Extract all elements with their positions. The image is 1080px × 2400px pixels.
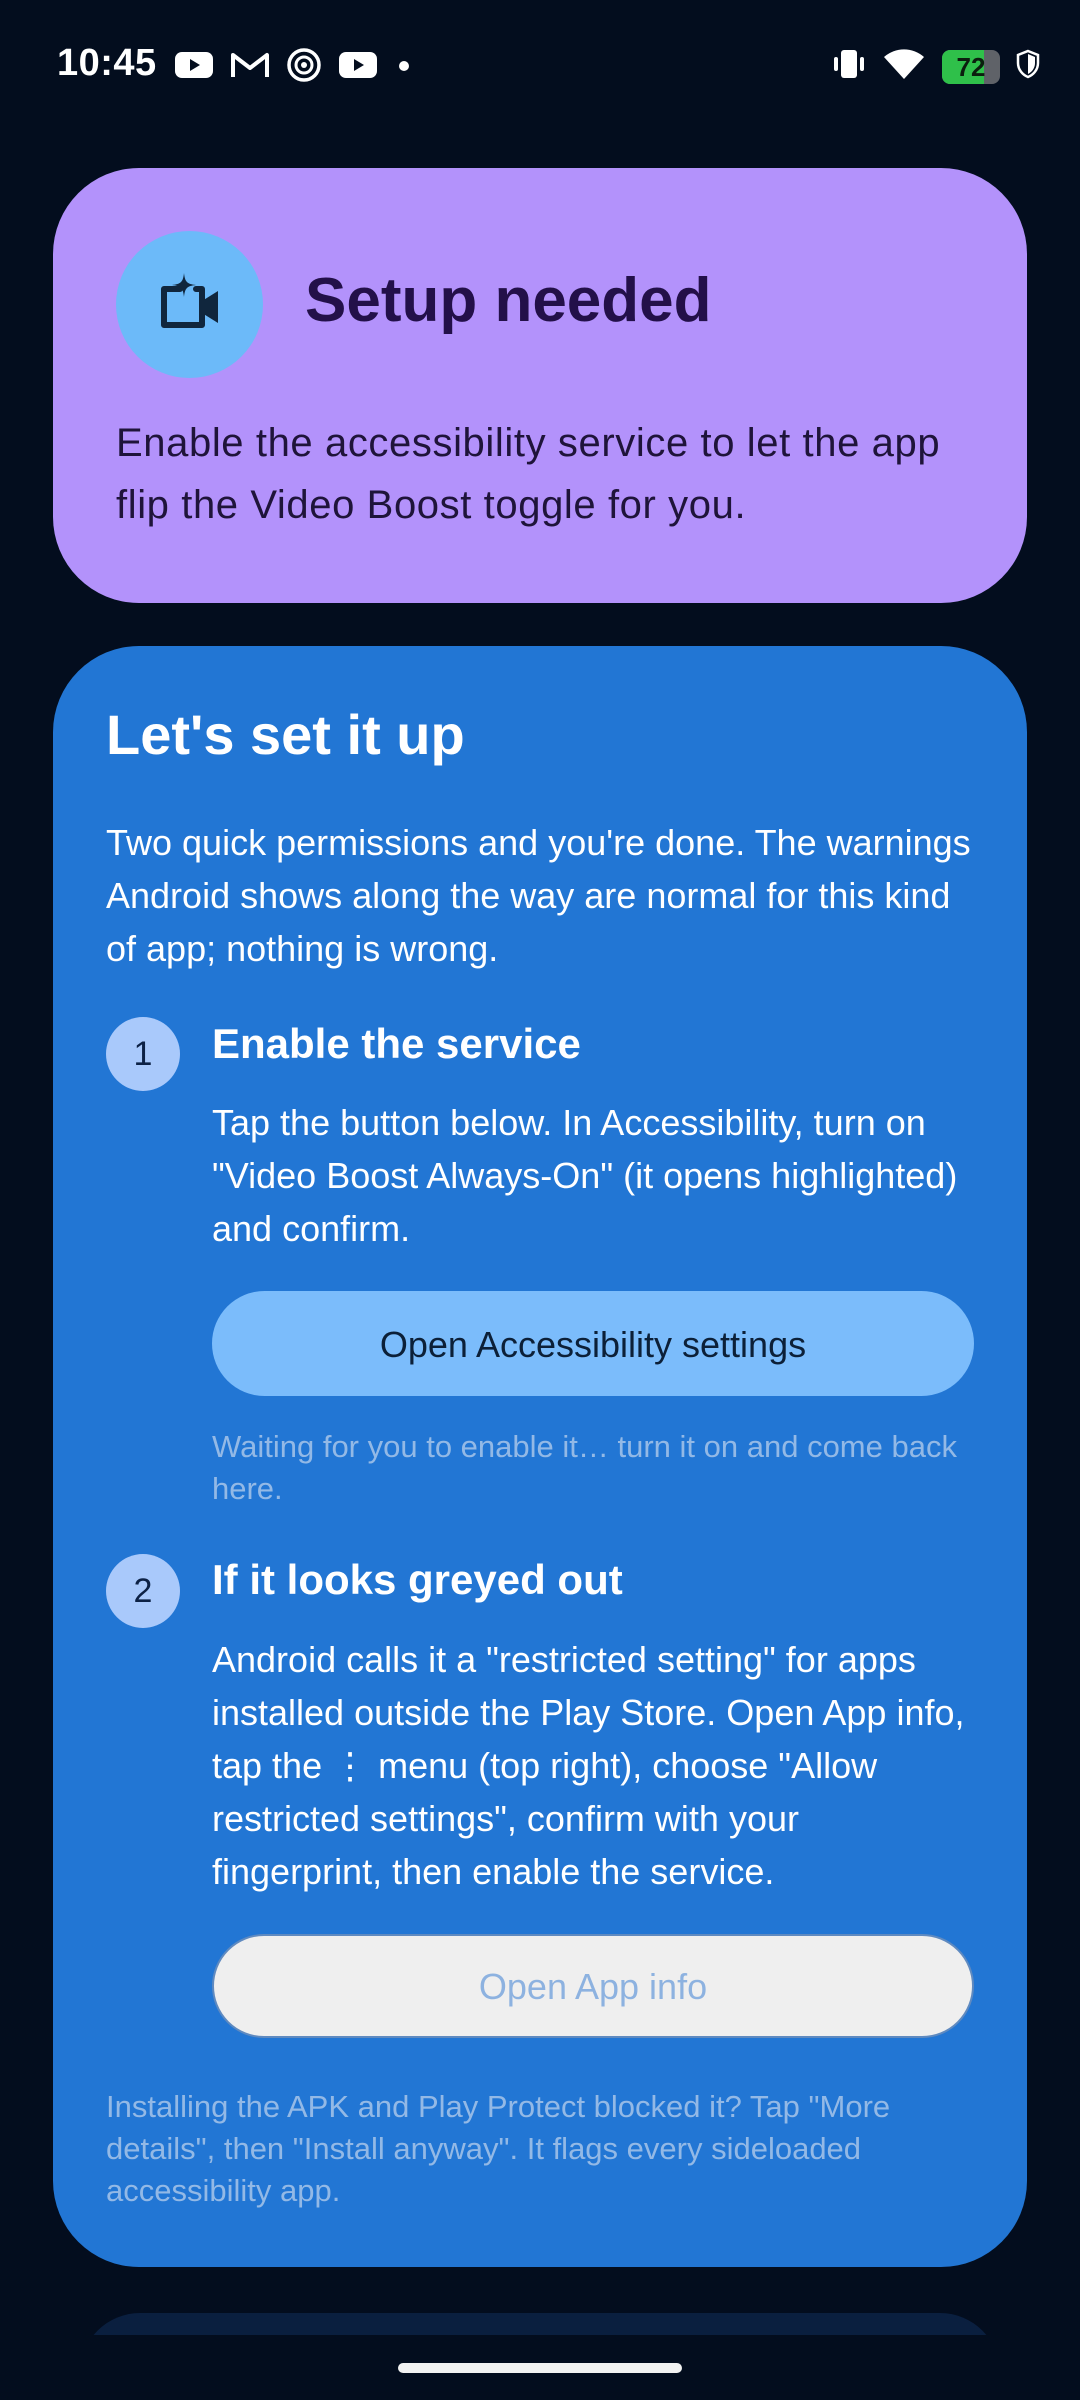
intro-text: Two quick permissions and you're done. T… (106, 822, 971, 969)
notification-icons (174, 47, 414, 88)
vibrate-icon (832, 47, 866, 86)
status-bar: 10:45 72 (0, 0, 1080, 135)
youtube-icon (174, 50, 214, 85)
footer-note: Installing the APK and Play Protect bloc… (106, 2089, 891, 2208)
step-1-badge: 1 (106, 1017, 180, 1091)
setup-needed-card: Setup needed Enable the accessibility se… (53, 168, 1027, 603)
battery-icon: 72 (942, 49, 1000, 84)
system-icons: 72 (832, 47, 1040, 86)
threads-icon (286, 47, 322, 88)
more-dot-icon (394, 50, 414, 85)
battery-level: 72 (956, 51, 986, 82)
step-2-badge: 2 (106, 1554, 180, 1628)
step-2-body: Android calls it a "restricted setting" … (212, 1639, 965, 1892)
gesture-handle[interactable] (398, 2363, 682, 2373)
step-2-title: If it looks greyed out (212, 1556, 623, 1603)
step-1-body: Tap the button below. In Accessibility, … (212, 1102, 958, 1249)
screen: 10:45 72 Setup needed Enable the accessi… (0, 0, 1080, 2400)
gmail-icon (230, 50, 270, 85)
setup-title: Setup needed (305, 266, 712, 335)
youtube-icon (338, 50, 378, 85)
video-sparkle-icon (116, 231, 263, 378)
setup-steps-card: Let's set it up Two quick permissions an… (53, 646, 1027, 2267)
wifi-icon (882, 47, 926, 86)
status-time: 10:45 (57, 42, 157, 84)
section-title: Let's set it up (106, 703, 465, 766)
step-1-title: Enable the service (212, 1020, 581, 1067)
open-accessibility-settings-button[interactable]: Open Accessibility settings (212, 1291, 974, 1396)
open-app-info-button[interactable]: Open App info (212, 1934, 974, 2038)
step-1-hint: Waiting for you to enable it… turn it on… (212, 1429, 957, 1506)
setup-description: Enable the accessibility service to let … (116, 421, 941, 527)
shield-icon (1016, 49, 1040, 84)
